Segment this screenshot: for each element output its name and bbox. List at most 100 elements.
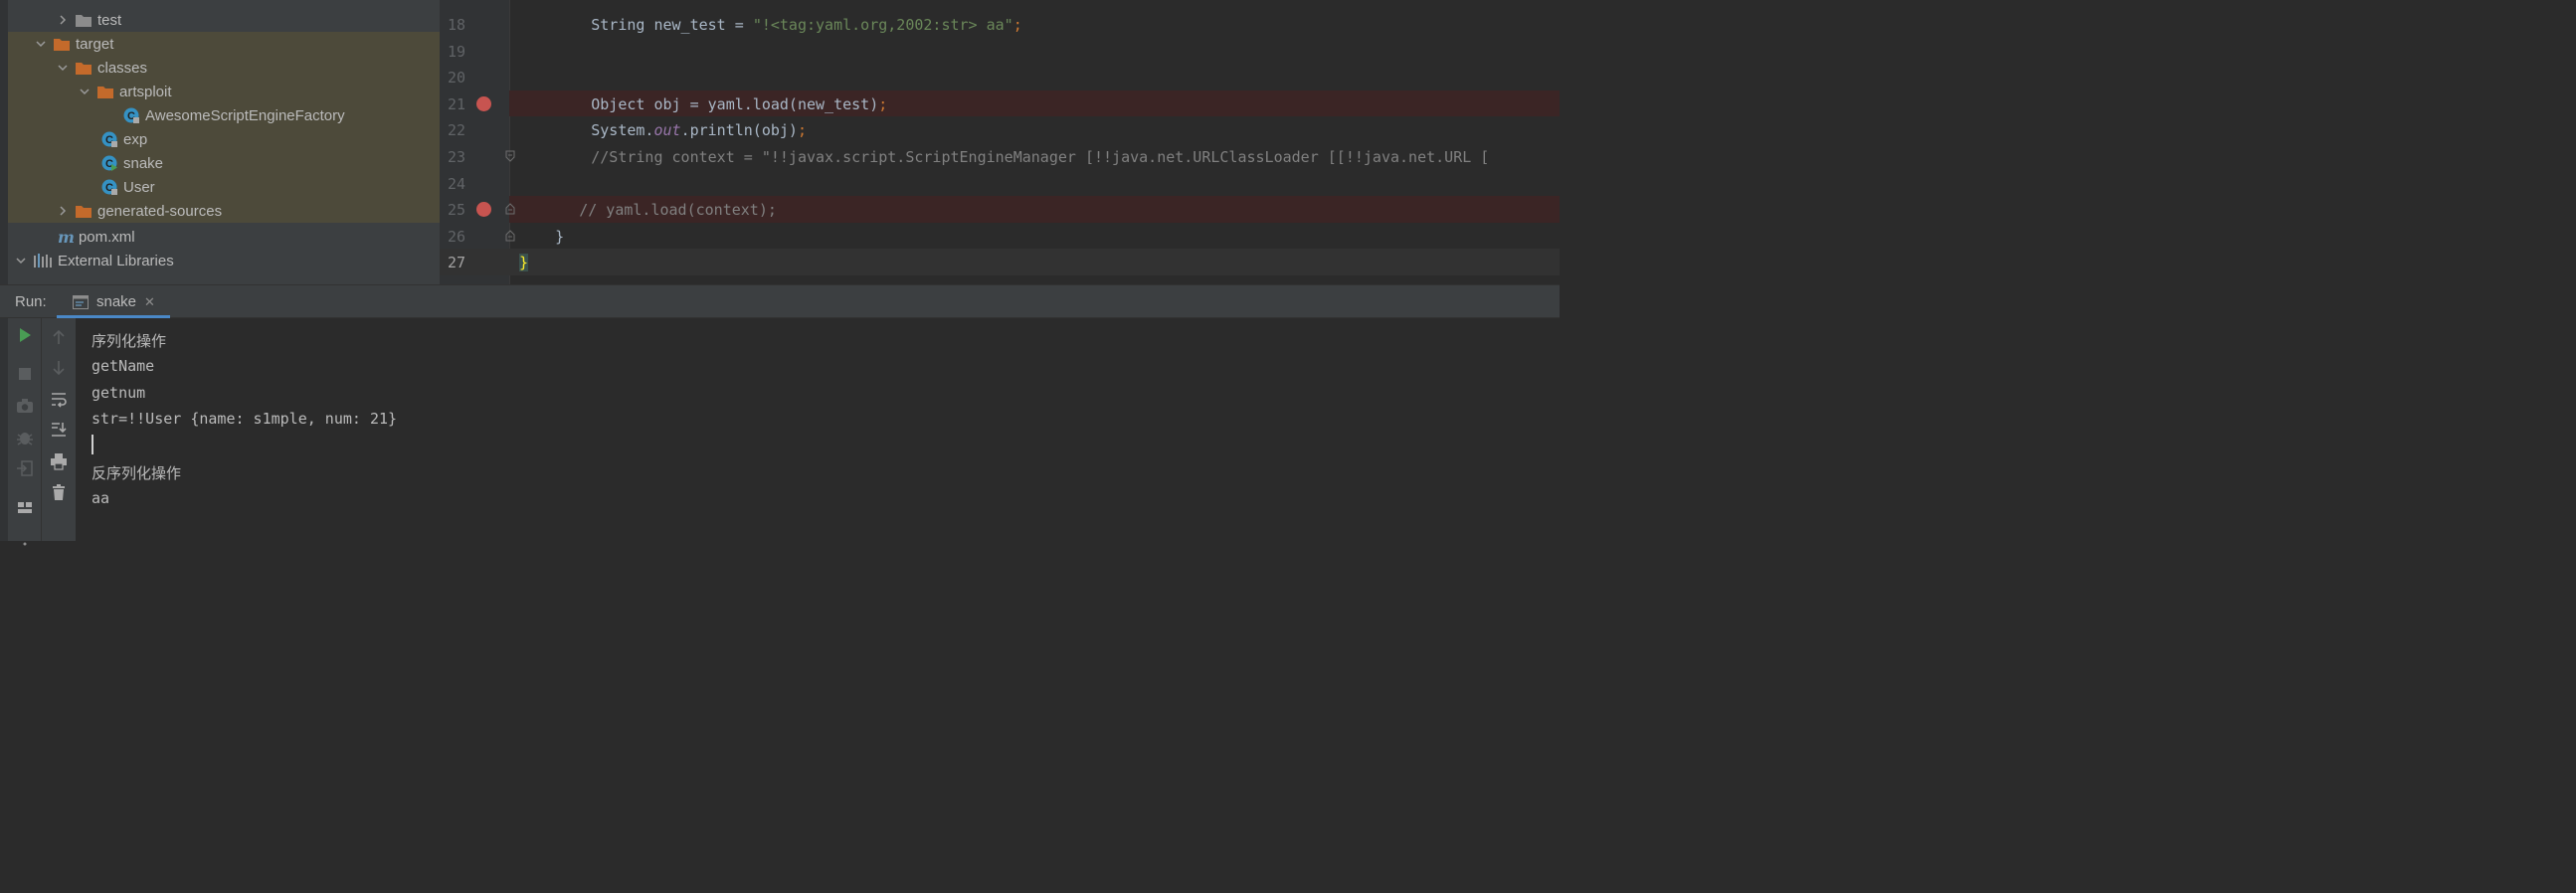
code-text: } xyxy=(519,254,529,272)
console-line: aa xyxy=(92,489,110,507)
chevron-right-icon[interactable] xyxy=(56,204,70,218)
tree-item-pom-xml[interactable]: m pom.xml xyxy=(8,225,440,249)
class-main-icon: C xyxy=(101,155,117,171)
code-line-22[interactable]: 22 System.out.println(obj); xyxy=(440,116,1560,143)
more-icon xyxy=(23,542,27,546)
chevron-down-icon[interactable] xyxy=(34,37,48,51)
code-text: System.out.println(obj); xyxy=(591,121,807,140)
stop-button[interactable] xyxy=(8,360,42,388)
text-caret xyxy=(92,435,93,454)
code-line-21[interactable]: 21 Object obj = yaml.load(new_test); xyxy=(440,90,1560,117)
line-number: 19 xyxy=(447,42,465,61)
console-icon xyxy=(73,294,89,309)
chevron-down-icon[interactable] xyxy=(56,61,70,75)
tree-item-label: exp xyxy=(123,130,148,148)
scroll-to-end-icon xyxy=(52,423,67,437)
tree-item-label: snake xyxy=(123,154,164,172)
code-text: // yaml.load(context); xyxy=(579,201,777,220)
layout-icon xyxy=(18,502,32,513)
line-number: 20 xyxy=(447,69,465,88)
left-tool-strip xyxy=(0,0,8,284)
tree-item-exp[interactable]: C exp xyxy=(8,127,440,151)
class-icon: C xyxy=(101,179,117,195)
folder-excluded-icon xyxy=(76,205,92,218)
folder-excluded-icon xyxy=(76,62,92,75)
tree-item-label: test xyxy=(97,11,122,29)
fold-marker-icon[interactable] xyxy=(505,203,515,215)
clear-all-button[interactable] xyxy=(42,478,76,506)
code-line-25[interactable]: 25 // yaml.load(context); xyxy=(440,196,1560,223)
run-toolbar-primary xyxy=(8,318,42,546)
fold-marker-icon[interactable] xyxy=(505,230,515,242)
bug-icon xyxy=(17,433,33,446)
tree-item-label: classes xyxy=(97,59,148,77)
class-icon: C xyxy=(101,131,117,147)
code-text: //String context = "!!javax.script.Scrip… xyxy=(591,148,1490,166)
line-number: 18 xyxy=(447,16,465,34)
layout-button[interactable] xyxy=(8,493,42,521)
more-button[interactable] xyxy=(8,525,42,553)
debug-button[interactable] xyxy=(8,424,42,451)
scroll-up-button[interactable] xyxy=(42,323,76,351)
tree-item-label: User xyxy=(123,178,155,196)
chevron-right-icon[interactable] xyxy=(56,13,70,27)
console-output[interactable]: 序列化操作 getName getnum str=!!User {name: s… xyxy=(76,318,1560,541)
code-line-18[interactable]: 18 String new_test = "!<tag:yaml.org,200… xyxy=(440,11,1560,38)
run-tool-window-header: Run: snake ✕ xyxy=(0,284,1560,318)
line-number: 24 xyxy=(447,174,465,193)
tree-item-label: artsploit xyxy=(119,83,172,100)
arrow-up-icon xyxy=(53,329,65,344)
scroll-down-button[interactable] xyxy=(42,354,76,382)
code-line-27[interactable]: 27 } xyxy=(440,249,1560,275)
chevron-down-icon[interactable] xyxy=(14,254,28,268)
code-line-26[interactable]: 26 } xyxy=(440,223,1560,250)
tree-row-resources-partial xyxy=(8,0,440,8)
restore-layout-button[interactable] xyxy=(8,454,42,482)
tree-item-label: target xyxy=(76,35,114,53)
code-line-23[interactable]: 23 //String context = "!!javax.script.Sc… xyxy=(440,143,1560,170)
class-icon: C xyxy=(123,107,139,123)
tree-item-generated-sources[interactable]: generated-sources xyxy=(8,199,440,223)
arrow-down-icon xyxy=(53,361,65,376)
libraries-icon xyxy=(34,254,52,268)
folder-excluded-icon xyxy=(54,38,70,51)
code-line-19[interactable]: 19 xyxy=(440,38,1560,65)
tab-label: snake xyxy=(96,293,137,310)
tree-item-classes[interactable]: classes xyxy=(8,56,440,80)
tree-item-external-libraries[interactable]: External Libraries xyxy=(8,249,440,272)
project-tree: test target classes artsploit C AwesomeS… xyxy=(0,0,440,284)
exit-icon xyxy=(17,460,33,476)
console-line: getnum xyxy=(92,384,146,402)
chevron-down-icon[interactable] xyxy=(78,85,92,98)
tree-item-target[interactable]: target xyxy=(8,32,440,56)
tree-item-artsploit[interactable]: artsploit xyxy=(8,80,440,103)
line-number: 27 xyxy=(447,254,465,272)
rerun-button[interactable] xyxy=(8,321,42,349)
tree-item-snake[interactable]: C snake xyxy=(8,151,440,175)
fold-marker-icon[interactable] xyxy=(505,150,515,162)
code-text: } xyxy=(555,227,565,246)
trash-icon xyxy=(53,484,65,500)
dump-threads-button[interactable] xyxy=(8,392,42,420)
breakpoint-icon[interactable] xyxy=(476,95,491,111)
console-line: getName xyxy=(92,357,155,375)
run-tab-snake[interactable]: snake ✕ xyxy=(57,285,170,318)
run-toolbar-secondary xyxy=(42,318,76,541)
print-button[interactable] xyxy=(42,447,76,475)
tree-item-label: pom.xml xyxy=(78,228,135,246)
code-text: Object obj = yaml.load(new_test); xyxy=(591,94,888,113)
code-line-20[interactable]: 20 xyxy=(440,64,1560,90)
tree-item-awesomescriptenginefactory[interactable]: C AwesomeScriptEngineFactory xyxy=(8,103,440,127)
run-title: Run: xyxy=(15,293,47,310)
tree-item-user[interactable]: C User xyxy=(8,175,440,199)
code-editor[interactable]: 18 String new_test = "!<tag:yaml.org,200… xyxy=(440,0,1560,284)
soft-wrap-button[interactable] xyxy=(42,385,76,413)
tree-item-test[interactable]: test xyxy=(8,8,440,32)
camera-icon xyxy=(17,399,33,413)
close-icon[interactable]: ✕ xyxy=(144,294,155,310)
line-number: 23 xyxy=(447,148,465,166)
line-number: 21 xyxy=(447,94,465,113)
scroll-to-end-button[interactable] xyxy=(42,416,76,444)
breakpoint-icon[interactable] xyxy=(476,202,491,218)
code-line-24[interactable]: 24 xyxy=(440,170,1560,197)
